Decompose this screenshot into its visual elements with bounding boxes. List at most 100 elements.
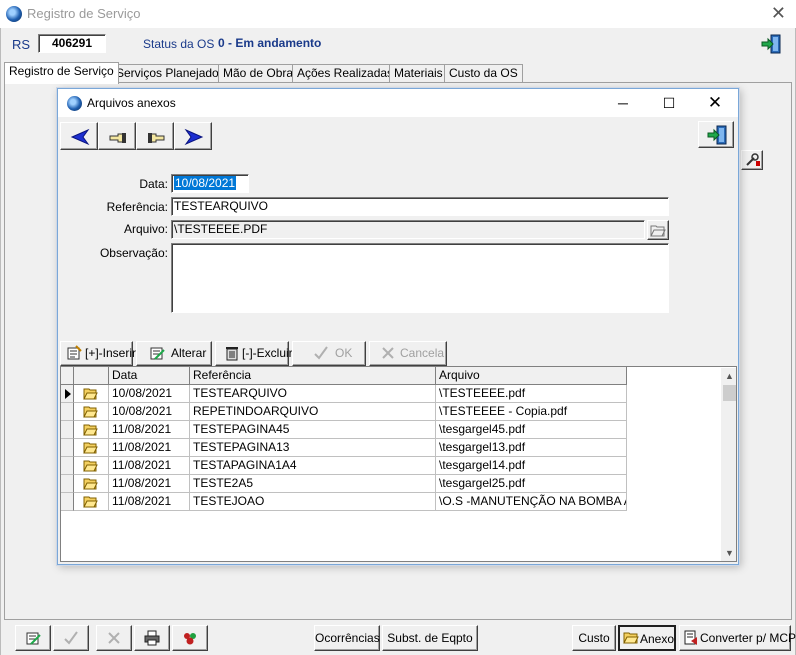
- scroll-thumb[interactable]: [723, 385, 736, 401]
- excluir-button[interactable]: [-]-Excluir: [215, 341, 293, 366]
- cell-data[interactable]: 10/08/2021: [109, 403, 190, 421]
- browse-file-button[interactable]: [647, 220, 669, 240]
- inserir-button[interactable]: [+]-Inserir: [60, 341, 137, 366]
- data-field[interactable]: 10/08/2021: [171, 174, 249, 193]
- scroll-up-arrow[interactable]: ▲: [721, 368, 736, 385]
- folder-open-icon: [623, 632, 639, 644]
- cell-referencia[interactable]: TESTE2A5: [190, 475, 436, 493]
- cell-referencia[interactable]: TESTEJOAO: [190, 493, 436, 511]
- main-close-button[interactable]: ✕: [771, 3, 786, 24]
- custo-button[interactable]: Custo: [572, 625, 616, 651]
- row-attachment-cell[interactable]: [74, 403, 109, 421]
- dialog-close-button[interactable]: ✕: [692, 89, 738, 117]
- anexo-button[interactable]: Anexo: [618, 625, 676, 651]
- cell-arquivo[interactable]: \TESTEEEE - Copia.pdf: [436, 403, 627, 421]
- cell-referencia[interactable]: TESTEPAGINA45: [190, 421, 436, 439]
- row-attachment-cell[interactable]: [74, 385, 109, 403]
- insert-icon: [67, 345, 82, 360]
- table-row[interactable]: 10/08/2021 TESTEARQUIVO \TESTEEEE.pdf: [61, 385, 627, 403]
- ok-button[interactable]: OK: [292, 341, 366, 366]
- converter-label: Converter p/ MCP: [700, 631, 796, 645]
- tab-registro-servico[interactable]: Registro de Serviço: [4, 62, 119, 84]
- cancela-button[interactable]: Cancela: [369, 341, 447, 366]
- alterar-label: Alterar: [171, 346, 207, 360]
- exit-door-button[interactable]: [760, 33, 782, 55]
- tab-acoes-realizadas[interactable]: Ações Realizadas: [292, 64, 399, 83]
- col-header-data[interactable]: Data: [109, 367, 190, 385]
- tab-materiais[interactable]: Materiais: [389, 64, 448, 83]
- cell-arquivo[interactable]: \O.S -MANUTENÇÃO NA BOMBA AUT: [436, 493, 627, 511]
- table-row[interactable]: 11/08/2021 TESTEPAGINA13 \tesgargel13.pdf: [61, 439, 627, 457]
- anexo-label: Anexo: [640, 632, 675, 646]
- alterar-button[interactable]: Alterar: [136, 341, 212, 366]
- cell-arquivo[interactable]: \tesgargel45.pdf: [436, 421, 627, 439]
- inserir-label: [+]-Inserir: [85, 346, 137, 360]
- hand-right-icon: [148, 133, 165, 143]
- vertical-scrollbar[interactable]: ▲ ▼: [721, 368, 736, 561]
- subst-eqpto-button[interactable]: Subst. de Eqpto: [382, 625, 478, 651]
- converter-mcp-button[interactable]: Converter p/ MCP: [679, 625, 796, 651]
- arquivo-label: Arquivo:: [123, 222, 168, 236]
- tab-mao-de-obra[interactable]: Mão de Obra: [218, 64, 299, 83]
- status-value: 0 - Em andamento: [218, 36, 322, 50]
- dialog-title: Arquivos anexos: [87, 96, 176, 110]
- bottom-confirm-button[interactable]: [53, 625, 89, 651]
- maximize-button[interactable]: ☐: [646, 89, 692, 117]
- arrow-left-icon: [70, 128, 90, 146]
- cell-data[interactable]: 11/08/2021: [109, 439, 190, 457]
- referencia-field[interactable]: TESTEARQUIVO: [171, 197, 669, 216]
- cell-data[interactable]: 10/08/2021: [109, 385, 190, 403]
- cell-arquivo[interactable]: \tesgargel25.pdf: [436, 475, 627, 493]
- edit-icon: [150, 347, 165, 360]
- bottom-print-button[interactable]: [134, 625, 170, 651]
- tools-button[interactable]: [741, 150, 763, 170]
- cell-arquivo[interactable]: \tesgargel13.pdf: [436, 439, 627, 457]
- dialog-exit-button[interactable]: [698, 121, 734, 148]
- col-header-arquivo[interactable]: Arquivo: [436, 367, 627, 385]
- people-icon: [184, 633, 196, 645]
- arquivo-field[interactable]: \TESTEEEE.PDF: [171, 220, 645, 239]
- cell-data[interactable]: 11/08/2021: [109, 475, 190, 493]
- cell-arquivo[interactable]: \tesgargel14.pdf: [436, 457, 627, 475]
- arrow-right-icon: [184, 128, 204, 146]
- cell-arquivo[interactable]: \TESTEEEE.pdf: [436, 385, 627, 403]
- tab-custo-os[interactable]: Custo da OS: [444, 64, 523, 83]
- cell-data[interactable]: 11/08/2021: [109, 457, 190, 475]
- scroll-down-arrow[interactable]: ▼: [721, 545, 736, 561]
- row-indicator: [61, 385, 74, 403]
- col-header-referencia[interactable]: Referência: [190, 367, 436, 385]
- tab-servicos-planejados[interactable]: Serviços Planejados: [111, 64, 230, 83]
- rs-number-field[interactable]: 406291: [38, 34, 106, 53]
- row-attachment-cell[interactable]: [74, 421, 109, 439]
- table-row[interactable]: 10/08/2021 REPETINDOARQUIVO \TESTEEEE - Co…: [61, 403, 627, 421]
- cell-data[interactable]: 11/08/2021: [109, 493, 190, 511]
- row-attachment-cell[interactable]: [74, 475, 109, 493]
- last-record-button[interactable]: [174, 122, 212, 150]
- bottom-people-button[interactable]: [172, 625, 208, 651]
- row-attachment-cell[interactable]: [74, 439, 109, 457]
- table-row[interactable]: 11/08/2021 TESTEPAGINA45 \tesgargel45.pdf: [61, 421, 627, 439]
- cell-referencia[interactable]: TESTEARQUIVO: [190, 385, 436, 403]
- status-label: Status da OS: [143, 37, 215, 51]
- cell-data[interactable]: 11/08/2021: [109, 421, 190, 439]
- table-row[interactable]: 11/08/2021 TESTE2A5 \tesgargel25.pdf: [61, 475, 627, 493]
- first-record-button[interactable]: [60, 122, 98, 150]
- row-attachment-cell[interactable]: [74, 493, 109, 511]
- cell-referencia[interactable]: TESTAPAGINA1A4: [190, 457, 436, 475]
- cell-referencia[interactable]: REPETINDOARQUIVO: [190, 403, 436, 421]
- data-label: Data:: [139, 177, 168, 191]
- bottom-edit-button[interactable]: [15, 625, 51, 651]
- cell-referencia[interactable]: TESTEPAGINA13: [190, 439, 436, 457]
- observacao-field[interactable]: [171, 243, 669, 313]
- prev-record-button[interactable]: [98, 122, 136, 150]
- folder-open-icon: [83, 406, 98, 418]
- row-attachment-cell[interactable]: [74, 457, 109, 475]
- ocorrencias-button[interactable]: Ocorrências: [314, 625, 380, 651]
- minimize-button[interactable]: ─: [600, 89, 646, 117]
- table-row[interactable]: 11/08/2021 TESTAPAGINA1A4 \tesgargel14.pdf: [61, 457, 627, 475]
- cancel-x-icon: [382, 347, 394, 359]
- next-record-button[interactable]: [136, 122, 174, 150]
- table-row[interactable]: 11/08/2021 TESTEJOAO \O.S -MANUTENÇÃO NA B…: [61, 493, 627, 511]
- bottom-cancel-button[interactable]: [96, 625, 132, 651]
- exit-door-icon: [707, 125, 727, 145]
